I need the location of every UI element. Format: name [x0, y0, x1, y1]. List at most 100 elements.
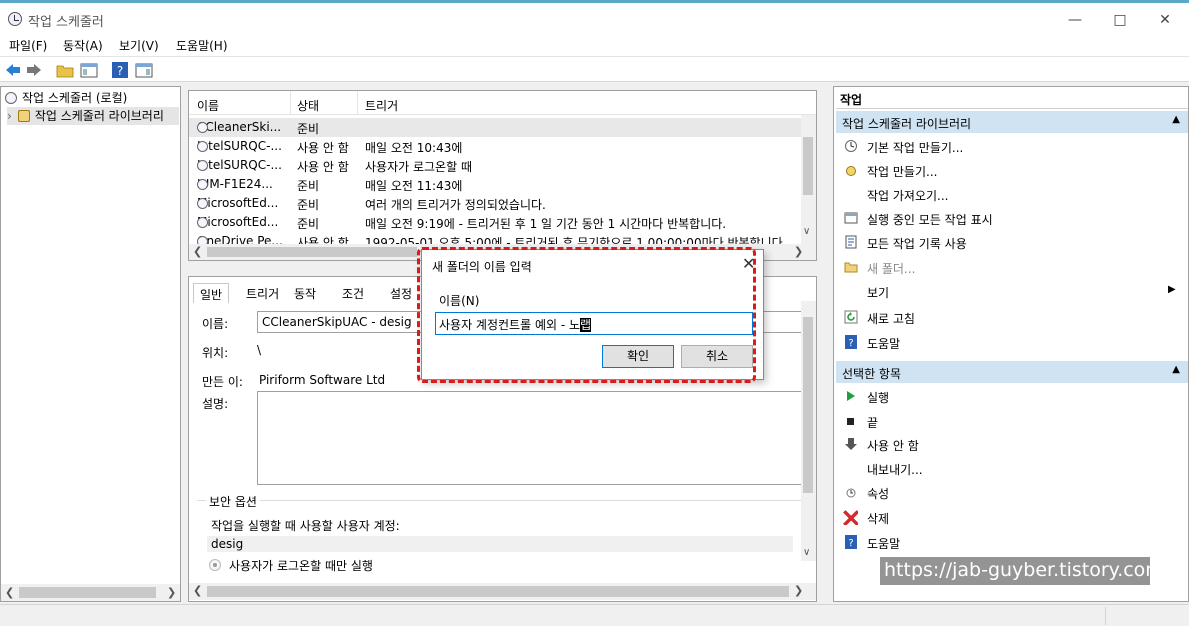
collapse-up-icon[interactable]: ▲	[1172, 114, 1180, 125]
action-run[interactable]: 실행	[844, 389, 1174, 405]
scroll-right-icon[interactable]: ❯	[794, 245, 803, 258]
menu-view[interactable]: 보기(V)	[119, 37, 159, 54]
action-enable-history[interactable]: 모든 작업 기록 사용	[844, 235, 1174, 251]
action-import-task[interactable]: 작업 가져오기...	[844, 187, 1174, 203]
table-row[interactable]: MicrosoftEd... 준비 매일 오전 9:19에 - 트리거된 후 1 일…	[189, 213, 801, 232]
task-name-cell: CCleanerSki...	[197, 120, 281, 134]
close-button[interactable]: ✕	[1142, 7, 1188, 33]
task-list-vscrollbar[interactable]: ∨	[801, 115, 816, 244]
table-row[interactable]: CCleanerSki... 준비	[189, 118, 801, 137]
action-properties[interactable]: 속성	[844, 485, 1174, 501]
section-selected-item[interactable]: 선택한 항목 ▲	[836, 361, 1188, 383]
show-hide-tree-icon[interactable]	[80, 61, 98, 79]
column-status[interactable]: 상태	[297, 97, 319, 114]
table-row[interactable]: IntelSURQC-... 사용 안 함 매일 오전 10:43에	[189, 137, 801, 156]
chevron-right-icon[interactable]: ›	[7, 109, 12, 123]
action-label: 삭제	[867, 512, 890, 526]
action-end[interactable]: 끝	[844, 414, 1174, 430]
menu-help[interactable]: 도움말(H)	[176, 37, 228, 54]
tab-triggers[interactable]: 트리거	[240, 283, 285, 303]
task-trigger-cell: 매일 오전 10:43에	[365, 141, 463, 155]
tab-general[interactable]: 일반	[193, 283, 230, 303]
menu-action[interactable]: 동작(A)	[63, 37, 103, 54]
table-row[interactable]: IUM-F1E24... 준비 매일 오전 11:43에	[189, 175, 801, 194]
folder-up-icon[interactable]	[56, 61, 74, 79]
running-tasks-icon	[844, 212, 858, 224]
details-vscrollbar[interactable]: ∨	[801, 301, 816, 561]
action-help-selected[interactable]: ? 도움말	[844, 535, 1174, 551]
task-scheduler-window: 작업 스케줄러 — □ ✕ 파일(F) 동작(A) 보기(V) 도움말(H) ?…	[0, 0, 1189, 626]
action-new-folder[interactable]: 새 폴더...	[844, 260, 1174, 276]
description-field[interactable]	[257, 391, 802, 485]
minimize-button[interactable]: —	[1052, 7, 1098, 33]
forward-arrow-icon[interactable]	[25, 61, 43, 79]
scroll-down-icon[interactable]: ∨	[803, 226, 810, 237]
task-status-cell: 사용 안 함	[297, 236, 349, 244]
action-export[interactable]: 내보내기...	[844, 461, 1174, 477]
table-row[interactable]: IntelSURQC-... 사용 안 함 사용자가 로그온할 때	[189, 156, 801, 175]
radio-logon-only[interactable]	[209, 559, 221, 571]
table-row[interactable]: OneDrive Pe... 사용 안 함 1992-05-01 오후 5:00에 …	[189, 232, 801, 244]
collapse-up-icon[interactable]: ▲	[1172, 364, 1180, 375]
column-trigger[interactable]: 트리거	[365, 97, 398, 114]
task-list: 이름 상태 트리거 CCleanerSki... 준비 IntelSURQC-...…	[188, 90, 817, 261]
scroll-thumb[interactable]	[803, 137, 813, 195]
action-label: 내보내기...	[867, 463, 923, 477]
ok-button[interactable]: 확인	[602, 345, 674, 368]
scroll-thumb[interactable]	[207, 247, 417, 257]
new-task-icon	[846, 166, 856, 176]
dialog-close-icon[interactable]: ✕	[742, 254, 755, 273]
watermark: https://jab-guyber.tistory.com	[880, 557, 1164, 585]
action-label: 끝	[867, 416, 879, 430]
scroll-thumb[interactable]	[207, 586, 789, 597]
action-delete[interactable]: 삭제	[843, 510, 1174, 526]
folder-name-text: 사용자 계정컨트롤 예외 - 노	[439, 318, 581, 332]
tree-hscrollbar[interactable]: ❮ ❯	[1, 584, 180, 601]
action-refresh[interactable]: 새로 고침	[844, 310, 1174, 326]
scroll-down-icon[interactable]: ∨	[803, 547, 810, 558]
tab-settings[interactable]: 설정	[384, 283, 418, 303]
column-divider[interactable]	[290, 91, 291, 115]
help-icon[interactable]: ?	[111, 61, 129, 79]
back-arrow-icon[interactable]	[4, 61, 22, 79]
table-row[interactable]: MicrosoftEd... 준비 여러 개의 트리거가 정의되었습니다.	[189, 194, 801, 213]
section-library[interactable]: 작업 스케줄러 라이브러리 ▲	[836, 111, 1188, 133]
scroll-right-icon[interactable]: ❯	[167, 586, 176, 599]
scroll-thumb[interactable]	[803, 317, 813, 493]
column-name[interactable]: 이름	[197, 97, 219, 114]
tab-conditions[interactable]: 조건	[336, 283, 370, 303]
task-status-cell: 준비	[297, 179, 320, 193]
scroll-left-icon[interactable]: ❮	[193, 584, 202, 597]
action-label: 새 폴더...	[867, 262, 916, 276]
action-view[interactable]: 보기 ▶	[844, 284, 1180, 300]
svg-text:?: ?	[848, 538, 853, 549]
folder-name-input[interactable]: 사용자 계정컨트롤 예외 - 노랩	[435, 312, 753, 335]
section-library-label: 작업 스케줄러 라이브러리	[842, 117, 972, 131]
action-help[interactable]: ? 도움말	[844, 335, 1174, 351]
status-bar	[0, 604, 1189, 626]
action-display-running[interactable]: 실행 중인 모든 작업 표시	[844, 211, 1174, 227]
maximize-button[interactable]: □	[1097, 7, 1143, 33]
scroll-right-icon[interactable]: ❯	[794, 584, 803, 597]
scroll-thumb[interactable]	[19, 587, 156, 598]
scroll-left-icon[interactable]: ❮	[5, 586, 14, 599]
location-label: 위치:	[202, 346, 229, 360]
column-divider[interactable]	[357, 91, 358, 115]
action-create-task[interactable]: 작업 만들기...	[844, 163, 1174, 179]
task-trigger-cell: 매일 오전 9:19에 - 트리거된 후 1 일 기간 동안 1 시간마다 반복…	[365, 217, 727, 231]
task-clock-icon	[197, 217, 208, 228]
down-arrow-icon	[845, 438, 857, 450]
action-create-basic-task[interactable]: 기본 작업 만들기...	[844, 139, 1174, 155]
tab-actions[interactable]: 동작	[288, 283, 322, 303]
tree-root[interactable]: 작업 스케줄러 (로컬)	[5, 89, 127, 106]
action-disable[interactable]: 사용 안 함	[844, 437, 1174, 453]
help-icon: ?	[845, 535, 857, 549]
cancel-button[interactable]: 취소	[681, 345, 753, 368]
scroll-left-icon[interactable]: ❮	[193, 245, 202, 258]
tree-item-library[interactable]: › 작업 스케줄러 라이브러리	[7, 107, 179, 125]
menu-file[interactable]: 파일(F)	[9, 37, 47, 54]
details-hscrollbar[interactable]: ❮ ❯	[189, 583, 816, 600]
task-clock-icon	[197, 198, 208, 209]
action-label: 도움말	[867, 537, 901, 551]
show-action-pane-icon[interactable]	[135, 61, 153, 79]
